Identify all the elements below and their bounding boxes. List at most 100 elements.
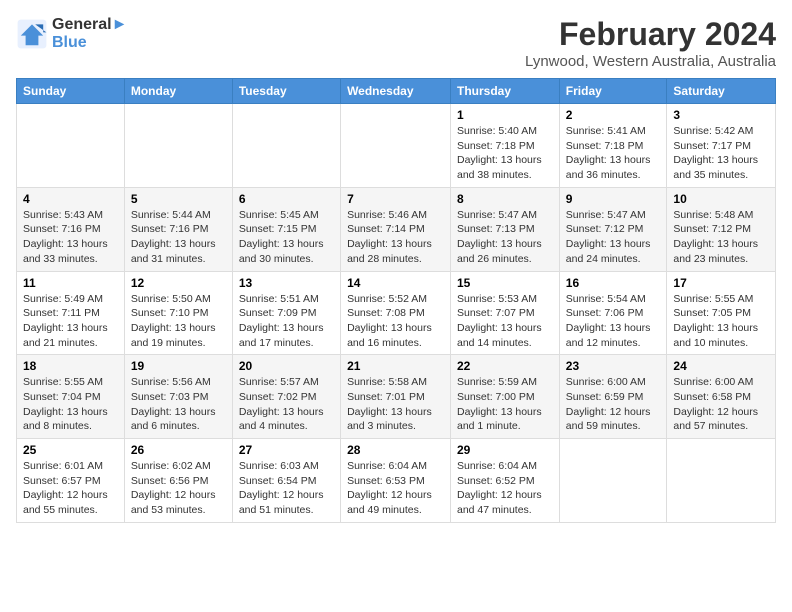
day-number: 28 <box>347 443 444 457</box>
header-saturday: Saturday <box>667 79 776 104</box>
day-number: 9 <box>566 192 661 206</box>
calendar-cell: 13 Sunrise: 5:51 AMSunset: 7:09 PMDaylig… <box>232 271 340 355</box>
calendar-cell: 21 Sunrise: 5:58 AMSunset: 7:01 PMDaylig… <box>341 355 451 439</box>
day-number: 10 <box>673 192 769 206</box>
day-detail: Sunrise: 5:48 AMSunset: 7:12 PMDaylight:… <box>673 208 769 267</box>
calendar-cell: 9 Sunrise: 5:47 AMSunset: 7:12 PMDayligh… <box>559 187 667 271</box>
week-row-5: 25 Sunrise: 6:01 AMSunset: 6:57 PMDaylig… <box>17 439 776 523</box>
day-detail: Sunrise: 5:49 AMSunset: 7:11 PMDaylight:… <box>23 292 118 351</box>
day-detail: Sunrise: 5:46 AMSunset: 7:14 PMDaylight:… <box>347 208 444 267</box>
title-block: February 2024 Lynwood, Western Australia… <box>525 16 776 70</box>
day-number: 7 <box>347 192 444 206</box>
day-detail: Sunrise: 6:04 AMSunset: 6:53 PMDaylight:… <box>347 459 444 518</box>
calendar-cell: 19 Sunrise: 5:56 AMSunset: 7:03 PMDaylig… <box>124 355 232 439</box>
main-title: February 2024 <box>525 16 776 53</box>
day-number: 12 <box>131 276 226 290</box>
day-number: 11 <box>23 276 118 290</box>
week-row-3: 11 Sunrise: 5:49 AMSunset: 7:11 PMDaylig… <box>17 271 776 355</box>
week-row-2: 4 Sunrise: 5:43 AMSunset: 7:16 PMDayligh… <box>17 187 776 271</box>
calendar-cell: 12 Sunrise: 5:50 AMSunset: 7:10 PMDaylig… <box>124 271 232 355</box>
calendar-cell: 17 Sunrise: 5:55 AMSunset: 7:05 PMDaylig… <box>667 271 776 355</box>
calendar-cell: 10 Sunrise: 5:48 AMSunset: 7:12 PMDaylig… <box>667 187 776 271</box>
day-detail: Sunrise: 6:00 AMSunset: 6:58 PMDaylight:… <box>673 375 769 434</box>
day-number: 5 <box>131 192 226 206</box>
day-detail: Sunrise: 5:50 AMSunset: 7:10 PMDaylight:… <box>131 292 226 351</box>
calendar-cell: 24 Sunrise: 6:00 AMSunset: 6:58 PMDaylig… <box>667 355 776 439</box>
day-detail: Sunrise: 5:44 AMSunset: 7:16 PMDaylight:… <box>131 208 226 267</box>
calendar-cell <box>232 104 340 188</box>
day-detail: Sunrise: 5:47 AMSunset: 7:12 PMDaylight:… <box>566 208 661 267</box>
header-wednesday: Wednesday <box>341 79 451 104</box>
header-friday: Friday <box>559 79 667 104</box>
day-detail: Sunrise: 5:56 AMSunset: 7:03 PMDaylight:… <box>131 375 226 434</box>
day-detail: Sunrise: 5:53 AMSunset: 7:07 PMDaylight:… <box>457 292 553 351</box>
week-row-1: 1 Sunrise: 5:40 AMSunset: 7:18 PMDayligh… <box>17 104 776 188</box>
day-detail: Sunrise: 6:00 AMSunset: 6:59 PMDaylight:… <box>566 375 661 434</box>
subtitle: Lynwood, Western Australia, Australia <box>525 53 776 70</box>
day-number: 29 <box>457 443 553 457</box>
logo-text: General► Blue <box>52 16 127 52</box>
day-detail: Sunrise: 5:58 AMSunset: 7:01 PMDaylight:… <box>347 375 444 434</box>
calendar-cell: 28 Sunrise: 6:04 AMSunset: 6:53 PMDaylig… <box>341 439 451 523</box>
day-detail: Sunrise: 5:55 AMSunset: 7:04 PMDaylight:… <box>23 375 118 434</box>
day-detail: Sunrise: 5:54 AMSunset: 7:06 PMDaylight:… <box>566 292 661 351</box>
calendar-cell <box>559 439 667 523</box>
day-number: 8 <box>457 192 553 206</box>
calendar-cell <box>341 104 451 188</box>
day-detail: Sunrise: 5:43 AMSunset: 7:16 PMDaylight:… <box>23 208 118 267</box>
header-thursday: Thursday <box>451 79 560 104</box>
day-detail: Sunrise: 5:59 AMSunset: 7:00 PMDaylight:… <box>457 375 553 434</box>
day-number: 27 <box>239 443 334 457</box>
day-number: 4 <box>23 192 118 206</box>
calendar-cell: 1 Sunrise: 5:40 AMSunset: 7:18 PMDayligh… <box>451 104 560 188</box>
calendar-cell: 2 Sunrise: 5:41 AMSunset: 7:18 PMDayligh… <box>559 104 667 188</box>
calendar-cell: 29 Sunrise: 6:04 AMSunset: 6:52 PMDaylig… <box>451 439 560 523</box>
calendar-cell: 3 Sunrise: 5:42 AMSunset: 7:17 PMDayligh… <box>667 104 776 188</box>
day-number: 16 <box>566 276 661 290</box>
day-detail: Sunrise: 5:45 AMSunset: 7:15 PMDaylight:… <box>239 208 334 267</box>
week-row-4: 18 Sunrise: 5:55 AMSunset: 7:04 PMDaylig… <box>17 355 776 439</box>
day-number: 22 <box>457 359 553 373</box>
day-number: 6 <box>239 192 334 206</box>
day-detail: Sunrise: 6:02 AMSunset: 6:56 PMDaylight:… <box>131 459 226 518</box>
calendar-cell <box>17 104 125 188</box>
day-detail: Sunrise: 6:01 AMSunset: 6:57 PMDaylight:… <box>23 459 118 518</box>
day-number: 19 <box>131 359 226 373</box>
day-detail: Sunrise: 5:40 AMSunset: 7:18 PMDaylight:… <box>457 124 553 183</box>
calendar-cell: 16 Sunrise: 5:54 AMSunset: 7:06 PMDaylig… <box>559 271 667 355</box>
logo: General► Blue <box>16 16 127 52</box>
page-header: General► Blue February 2024 Lynwood, Wes… <box>16 16 776 70</box>
day-detail: Sunrise: 5:47 AMSunset: 7:13 PMDaylight:… <box>457 208 553 267</box>
day-number: 21 <box>347 359 444 373</box>
day-number: 18 <box>23 359 118 373</box>
day-number: 15 <box>457 276 553 290</box>
day-detail: Sunrise: 5:52 AMSunset: 7:08 PMDaylight:… <box>347 292 444 351</box>
calendar-cell: 23 Sunrise: 6:00 AMSunset: 6:59 PMDaylig… <box>559 355 667 439</box>
day-number: 14 <box>347 276 444 290</box>
header-sunday: Sunday <box>17 79 125 104</box>
day-detail: Sunrise: 5:51 AMSunset: 7:09 PMDaylight:… <box>239 292 334 351</box>
logo-icon <box>16 18 48 50</box>
day-detail: Sunrise: 6:04 AMSunset: 6:52 PMDaylight:… <box>457 459 553 518</box>
header-monday: Monday <box>124 79 232 104</box>
calendar-cell <box>124 104 232 188</box>
day-number: 17 <box>673 276 769 290</box>
calendar-cell: 7 Sunrise: 5:46 AMSunset: 7:14 PMDayligh… <box>341 187 451 271</box>
day-detail: Sunrise: 5:42 AMSunset: 7:17 PMDaylight:… <box>673 124 769 183</box>
calendar-cell: 11 Sunrise: 5:49 AMSunset: 7:11 PMDaylig… <box>17 271 125 355</box>
calendar-cell: 22 Sunrise: 5:59 AMSunset: 7:00 PMDaylig… <box>451 355 560 439</box>
day-number: 24 <box>673 359 769 373</box>
calendar-table: SundayMondayTuesdayWednesdayThursdayFrid… <box>16 78 776 523</box>
day-detail: Sunrise: 5:57 AMSunset: 7:02 PMDaylight:… <box>239 375 334 434</box>
day-detail: Sunrise: 5:55 AMSunset: 7:05 PMDaylight:… <box>673 292 769 351</box>
day-number: 3 <box>673 108 769 122</box>
calendar-cell: 5 Sunrise: 5:44 AMSunset: 7:16 PMDayligh… <box>124 187 232 271</box>
calendar-cell: 14 Sunrise: 5:52 AMSunset: 7:08 PMDaylig… <box>341 271 451 355</box>
calendar-cell: 8 Sunrise: 5:47 AMSunset: 7:13 PMDayligh… <box>451 187 560 271</box>
header-tuesday: Tuesday <box>232 79 340 104</box>
day-number: 2 <box>566 108 661 122</box>
calendar-cell: 4 Sunrise: 5:43 AMSunset: 7:16 PMDayligh… <box>17 187 125 271</box>
calendar-cell: 26 Sunrise: 6:02 AMSunset: 6:56 PMDaylig… <box>124 439 232 523</box>
day-number: 20 <box>239 359 334 373</box>
day-number: 13 <box>239 276 334 290</box>
